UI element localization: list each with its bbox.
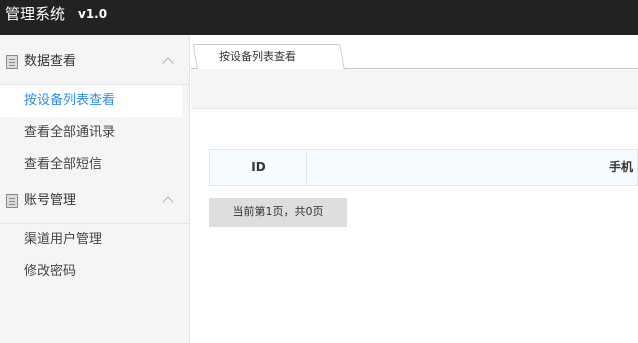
sidebar-item-label: 渠道用户管理 (24, 232, 103, 247)
column-phone[interactable]: 手机 (609, 159, 633, 175)
sidebar-item-all-contacts[interactable]: 查看全部通讯录 (0, 117, 182, 149)
sidebar-item-label: 按设备列表查看 (24, 93, 116, 108)
column-header-label: ID (251, 160, 266, 174)
chevron-up-icon[interactable] (162, 196, 174, 208)
sidebar-group-label: 账号管理 (24, 193, 77, 208)
tab-bar: 按设备列表查看 (191, 35, 638, 70)
app-title: 管理系统 (5, 5, 66, 23)
pagination-status: 当前第1页，共0页 (209, 198, 347, 227)
sidebar-item-label: 查看全部短信 (24, 157, 103, 172)
top-header: 管理系统 v1.0 (0, 0, 638, 35)
sidebar-item-channel-users[interactable]: 渠道用户管理 (0, 224, 182, 256)
sidebar-item-label: 修改密码 (24, 264, 77, 279)
document-icon (6, 55, 18, 69)
sidebar-group-account[interactable]: 账号管理 (0, 180, 189, 224)
app-version: v1.0 (78, 7, 108, 21)
column-id[interactable]: ID (210, 150, 307, 185)
sidebar-item-change-password[interactable]: 修改密码 (0, 256, 182, 288)
tab-label: 按设备列表查看 (219, 50, 296, 63)
sidebar: 数据查看 按设备列表查看 查看全部通讯录 查看全部短信 账号管理 渠道用户管理 … (0, 35, 190, 343)
sidebar-item-all-sms[interactable]: 查看全部短信 (0, 149, 182, 181)
sidebar-item-label: 查看全部通讯录 (24, 125, 116, 140)
toolbar (191, 69, 638, 109)
pagination-label: 当前第1页，共0页 (232, 205, 324, 218)
table-header: ID 手机 (209, 149, 638, 186)
sidebar-item-device-list[interactable]: 按设备列表查看 (0, 85, 182, 117)
sidebar-group-label: 数据查看 (24, 54, 77, 69)
document-icon (6, 194, 18, 208)
chevron-up-icon[interactable] (162, 57, 174, 69)
sidebar-group-data-view[interactable]: 数据查看 (0, 41, 189, 85)
